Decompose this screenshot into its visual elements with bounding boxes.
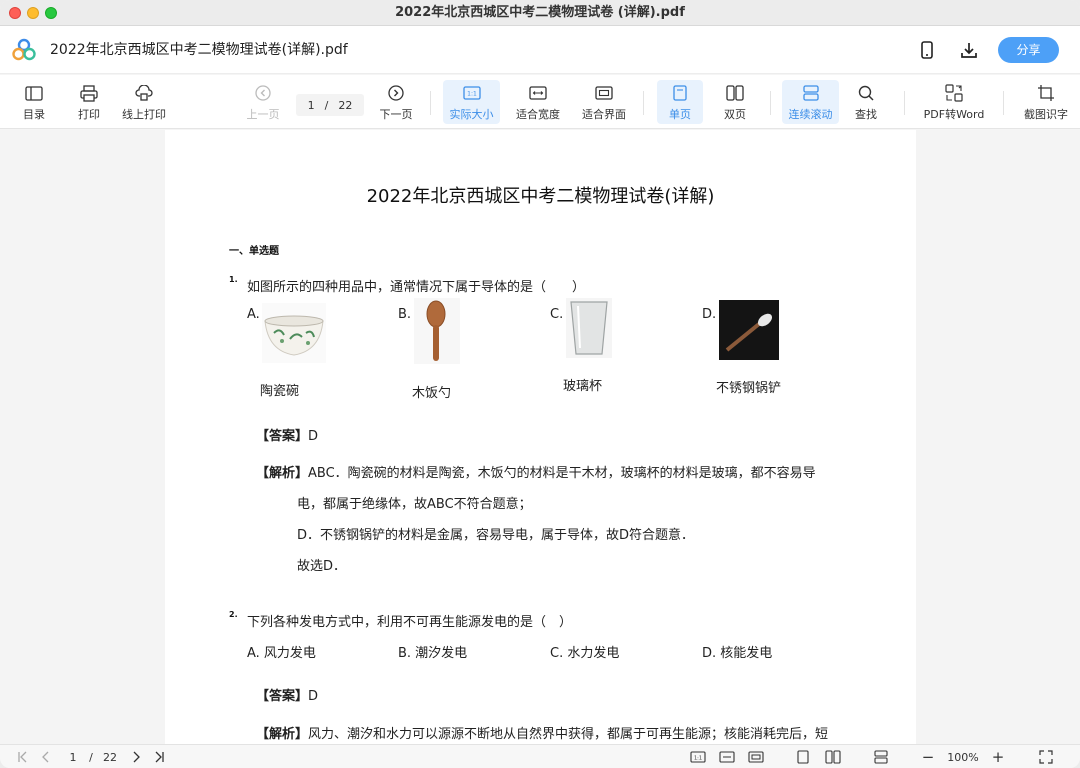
svg-text:1:1: 1:1	[694, 756, 702, 762]
document-viewport[interactable]: 2022年北京西城区中考二模物理试卷(详解) 一、单选题 1. 如图所示的四种用…	[0, 130, 1080, 744]
window-title: 2022年北京西城区中考二模物理试卷 (详解).pdf	[395, 5, 685, 20]
ceramic-bowl-image	[262, 303, 326, 363]
pdf-page: 2022年北京西城区中考二模物理试卷(详解) 一、单选题 1. 如图所示的四种用…	[165, 130, 916, 744]
page-number-input[interactable]: 1 / 22	[296, 94, 364, 116]
search-icon	[856, 83, 876, 103]
toolbar-divider	[643, 91, 644, 115]
toolbar-divider	[430, 91, 431, 115]
glass-cup-image	[566, 298, 612, 358]
question-text: 下列各种发电方式中，利用不可再生能源发电的是（ ）	[247, 615, 573, 630]
printer-icon	[79, 83, 99, 103]
prev-page-icon[interactable]	[38, 745, 54, 768]
title-bar: 2022年北京西城区中考二模物理试卷 (详解).pdf	[0, 0, 1080, 26]
option-text: D. 核能发电	[702, 646, 773, 661]
chevron-right-circle-icon	[386, 83, 406, 103]
option-caption: 木饭勺	[412, 386, 452, 401]
fit-page-icon	[594, 83, 614, 103]
option-caption: 玻璃杯	[563, 379, 603, 394]
actual-size-icon: 1:1	[462, 83, 482, 103]
question-number: 2.	[229, 610, 238, 619]
double-page-icon[interactable]	[822, 745, 844, 768]
bottom-bar: 1 / 22 1:1 − 100% +	[0, 744, 1080, 768]
toc-button[interactable]: 目录	[14, 80, 54, 124]
question-text: 如图所示的四种用品中，通常情况下属于导体的是（ ）	[247, 280, 586, 295]
fit-width-icon	[528, 83, 548, 103]
prev-page-button[interactable]: 上一页	[243, 80, 283, 124]
bottom-page-current[interactable]: 1	[66, 745, 80, 768]
double-page-button[interactable]: 双页	[713, 80, 757, 124]
screenshot-ocr-button[interactable]: 截图识字	[1020, 80, 1072, 124]
svg-text:1:1: 1:1	[467, 91, 477, 98]
toolbar-divider	[904, 91, 905, 115]
first-page-icon[interactable]	[14, 745, 32, 768]
actual-size-button[interactable]: 1:1 实际大小	[443, 80, 500, 124]
analysis-line: 【解析】风力、潮汐和水力可以源源不断地从自然界中获得，都属于可再生能源；核能消耗…	[256, 727, 829, 742]
option-letter: C.	[550, 307, 564, 322]
answer-line: 【答案】D	[256, 689, 319, 704]
fit-width-icon[interactable]	[717, 745, 737, 768]
wooden-spoon-image	[414, 298, 460, 364]
single-page-icon	[670, 83, 690, 103]
toolbar-divider	[1003, 91, 1004, 115]
option-caption: 不锈钢锅铲	[716, 381, 782, 396]
double-page-icon	[725, 83, 745, 103]
convert-icon	[944, 83, 964, 103]
crop-icon	[1036, 83, 1056, 103]
single-page-icon[interactable]	[793, 745, 813, 768]
app-window: 2022年北京西城区中考二模物理试卷 (详解).pdf 2022年北京西城区中考…	[0, 0, 1080, 768]
toc-icon	[24, 83, 44, 103]
fit-page-button[interactable]: 适合界面	[578, 80, 630, 124]
zoom-level: 100%	[947, 750, 979, 764]
share-button[interactable]: 分享	[998, 37, 1059, 63]
fit-width-button[interactable]: 适合宽度	[512, 80, 564, 124]
cloud-print-icon	[134, 83, 154, 103]
option-letter: D.	[702, 307, 717, 322]
bottom-page-total: 22	[103, 750, 117, 764]
print-button[interactable]: 打印	[69, 80, 109, 124]
last-page-icon[interactable]	[150, 745, 168, 768]
bottom-page-sep: /	[89, 750, 93, 764]
continuous-scroll-icon	[801, 83, 821, 103]
analysis-line: 故选D．	[297, 559, 347, 574]
question-number: 1.	[229, 275, 238, 284]
steel-spatula-image	[719, 300, 779, 360]
option-letter: A.	[247, 307, 260, 322]
fullscreen-icon[interactable]	[1036, 745, 1056, 768]
option-text: C. 水力发电	[550, 646, 620, 661]
option-text: A. 风力发电	[247, 646, 316, 661]
option-caption: 陶瓷碗	[260, 384, 300, 399]
phone-icon[interactable]	[915, 38, 939, 62]
next-page-button[interactable]: 下一页	[376, 80, 416, 124]
app-logo-icon	[12, 38, 36, 61]
pdf-to-word-button[interactable]: PDF转Word	[920, 80, 988, 124]
single-page-button[interactable]: 单页	[657, 80, 703, 124]
next-page-icon[interactable]	[128, 745, 144, 768]
toolbar: 目录 打印 线上打印 上一页 1 / 22 下一页 1:1 实际大小 适合宽度 …	[0, 75, 1080, 129]
document-name: 2022年北京西城区中考二模物理试卷(详解).pdf	[50, 42, 348, 58]
search-button[interactable]: 查找	[848, 80, 884, 124]
analysis-line: 电，都属于绝缘体，故ABC不符合题意；	[297, 497, 532, 512]
section-heading: 一、单选题	[229, 246, 279, 257]
actual-size-icon[interactable]: 1:1	[688, 745, 708, 768]
option-text: B. 潮汐发电	[398, 646, 468, 661]
zoom-in-button[interactable]: +	[988, 745, 1008, 768]
zoom-out-button[interactable]: −	[918, 745, 938, 768]
paper-title: 2022年北京西城区中考二模物理试卷(详解)	[366, 186, 715, 207]
toolbar-divider	[770, 91, 771, 115]
download-icon[interactable]	[957, 38, 981, 62]
option-letter: B.	[398, 307, 412, 322]
analysis-line: 【解析】ABC．陶瓷碗的材料是陶瓷，木饭勺的材料是干木材，玻璃杯的材料是玻璃，都…	[256, 466, 816, 481]
online-print-button[interactable]: 线上打印	[118, 80, 170, 124]
continuous-scroll-icon[interactable]	[870, 745, 892, 768]
chevron-left-circle-icon	[253, 83, 273, 103]
analysis-line: D．不锈钢锅铲的材料是金属，容易导电，属于导体，故D符合题意．	[297, 528, 695, 543]
fit-page-icon[interactable]	[746, 745, 766, 768]
continuous-scroll-button[interactable]: 连续滚动	[782, 80, 839, 124]
answer-line: 【答案】D	[256, 429, 319, 444]
app-header: 2022年北京西城区中考二模物理试卷(详解).pdf 分享	[0, 26, 1080, 74]
